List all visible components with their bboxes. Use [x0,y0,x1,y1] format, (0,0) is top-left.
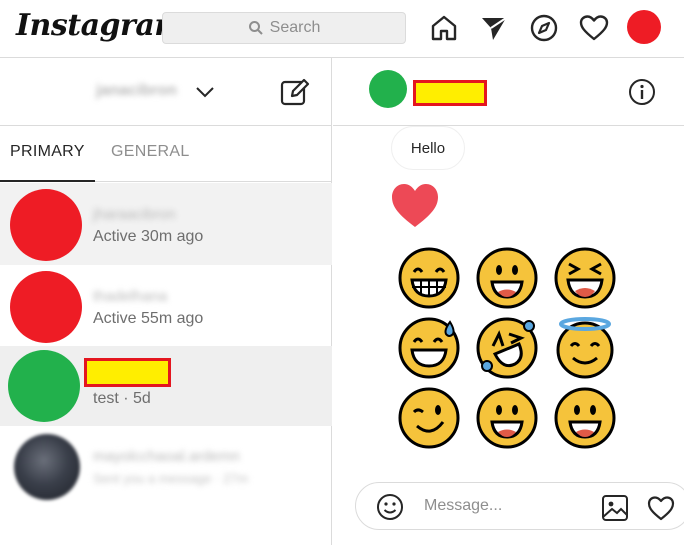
grinning-face-big-eyes-emoji-icon [554,387,616,449]
thread-name: thadelhana [93,288,168,305]
explore-compass-icon[interactable] [528,12,560,44]
search-placeholder: Search [269,19,321,36]
grinning-sweat-emoji-icon [398,317,460,379]
thread-name: jharaacibron [93,206,176,223]
search-icon [248,21,263,35]
chevron-down-icon[interactable] [194,82,216,102]
inbox-tabs: PRIMARY GENERAL [0,126,331,182]
emoji-picker-icon[interactable] [376,493,404,521]
rolling-on-floor-laughing-emoji-icon [476,317,538,379]
smiling-halo-emoji-icon [556,317,614,379]
thread-item[interactable]: mayolcchaoal.ardemn Sent you a message ·… [0,428,332,514]
new-message-icon[interactable] [278,76,310,108]
thread-name: mayolcchaoal.ardemn [93,448,240,465]
info-icon[interactable] [628,78,656,106]
winking-emoji-icon [398,387,460,449]
thread-status: Active 30m ago [93,228,204,245]
direct-send-icon[interactable] [478,12,510,44]
tab-primary[interactable]: PRIMARY [10,143,85,161]
thread-status: test · 5d [93,390,151,407]
thread-item[interactable]: jharaacibron Active 30m ago [0,183,332,265]
like-heart-icon[interactable] [646,493,676,523]
redacted-name-box [84,358,171,387]
grinning-face-big-eyes-emoji-icon [476,247,538,309]
inbox-panel: janacibron PRIMARY GENERAL jharaacibron … [0,58,332,545]
conversation-avatar[interactable] [369,70,407,108]
thread-avatar [8,350,80,422]
grinning-face-big-eyes-emoji-icon [476,387,538,449]
tab-general[interactable]: GENERAL [111,143,190,161]
grinning-emoji-icon [398,247,460,309]
squinting-laughing-emoji-icon [554,247,616,309]
message-input[interactable]: Message... [424,497,502,515]
conversation-panel: Hello Message... [333,58,684,545]
inbox-header: janacibron [0,58,331,126]
thread-status: Active 55m ago [93,310,204,327]
thread-item[interactable]: thadelhana Active 55m ago [0,265,332,347]
redacted-name-box [413,80,487,106]
image-upload-icon[interactable] [600,493,630,523]
search-input[interactable]: Search [162,12,406,44]
thread-avatar [10,189,82,261]
thread-avatar [10,271,82,343]
thread-avatar [14,434,80,500]
activity-heart-icon[interactable] [578,12,610,44]
top-navigation-bar: Instagram Search [0,0,684,58]
message-bubble: Hello [391,126,465,170]
thread-item-selected[interactable]: test · 5d [0,346,332,426]
account-username[interactable]: janacibron [96,82,177,100]
heart-message-icon [392,184,438,227]
conversation-header [333,58,684,126]
message-composer[interactable]: Message... [355,482,684,530]
profile-avatar[interactable] [627,10,661,44]
instagram-logo[interactable]: Instagram [16,8,186,43]
thread-status: Sent you a message · 27m [93,471,249,486]
active-tab-indicator [0,180,95,182]
home-icon[interactable] [428,12,460,44]
